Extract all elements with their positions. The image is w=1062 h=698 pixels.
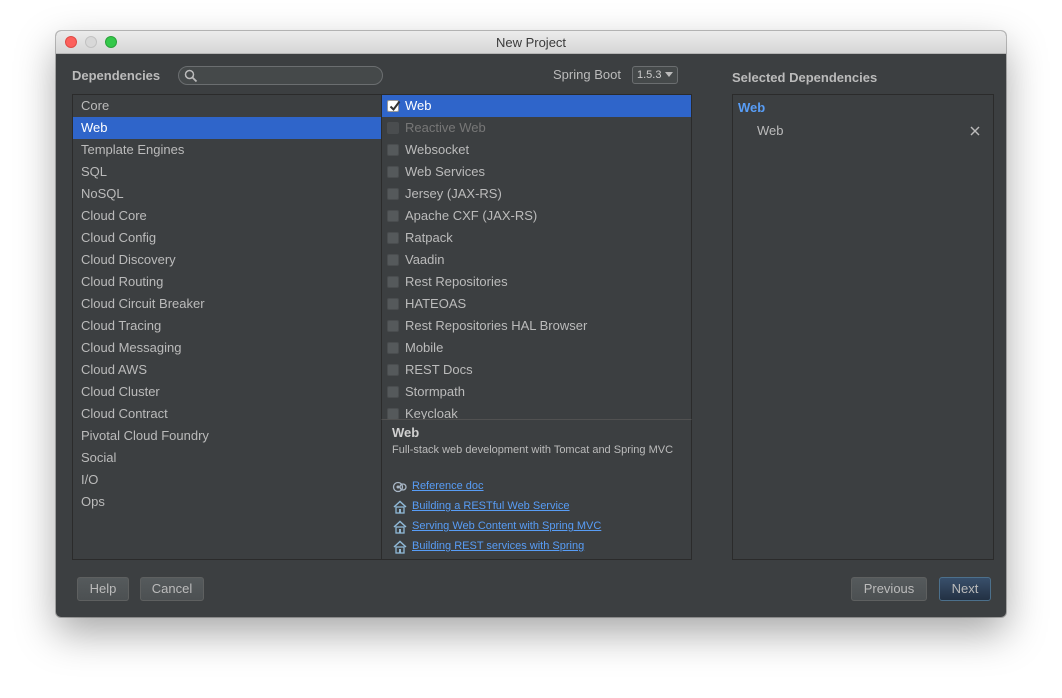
title-bar: New Project [56,31,1006,54]
description-title: Web [392,425,420,440]
category-item[interactable]: Cloud Config [73,227,381,249]
category-item[interactable]: Ops [73,491,381,513]
dependency-label: HATEOAS [405,296,467,311]
category-item[interactable]: Cloud Messaging [73,337,381,359]
dependency-item[interactable]: Web [382,95,691,117]
checkmark-icon [389,100,401,112]
category-item[interactable]: Cloud Circuit Breaker [73,293,381,315]
reference-doc-icon [392,481,407,493]
dependencies-label: Dependencies [72,68,161,83]
selected-dependency-item: Web [757,123,784,138]
dependency-item[interactable]: Websocket [382,139,691,161]
dependency-checkbox[interactable] [387,144,399,156]
dependency-item[interactable]: Apache CXF (JAX-RS) [382,205,691,227]
dependency-checkbox[interactable] [387,298,399,310]
dependency-label: Rest Repositories HAL Browser [405,318,588,333]
window-title: New Project [495,35,567,50]
dependency-checkbox [387,122,399,134]
dependency-item: Reactive Web [382,117,691,139]
dependency-item[interactable]: Keycloak [382,403,691,420]
doc-link-label[interactable]: Building REST services with Spring [412,540,584,552]
category-item[interactable]: Web [73,117,381,139]
dependency-label: Web Services [405,164,485,179]
selected-dependencies-label: Selected Dependencies [732,70,878,85]
guide-icon [393,500,407,514]
dependency-checkbox[interactable] [387,364,399,376]
category-item[interactable]: NoSQL [73,183,381,205]
dependency-label: Mobile [405,340,444,355]
doc-link-label[interactable]: Reference doc [412,480,484,492]
dependency-label: REST Docs [405,362,473,377]
remove-dependency-icon[interactable] [969,125,981,137]
doc-link-label[interactable]: Serving Web Content with Spring MVC [412,520,601,532]
dependency-item[interactable]: Stormpath [382,381,691,403]
dependency-checkbox[interactable] [387,386,399,398]
help-button[interactable]: Help [77,577,129,601]
dependency-checkbox[interactable] [387,188,399,200]
dependency-item[interactable]: Rest Repositories [382,271,691,293]
category-list[interactable]: Core Web Template Engines SQL NoSQL Cloud Cor… [72,94,382,560]
cancel-button[interactable]: Cancel [140,577,204,601]
dependency-item[interactable]: Mobile [382,337,691,359]
category-item[interactable]: Cloud Cluster [73,381,381,403]
dependency-checkbox[interactable] [387,166,399,178]
dependency-item[interactable]: Rest Repositories HAL Browser [382,315,691,337]
dependency-search-input[interactable] [178,66,383,85]
category-item[interactable]: Pivotal Cloud Foundry [73,425,381,447]
dependency-checkbox[interactable] [387,320,399,332]
selected-dependencies-panel: Web Web [732,94,994,560]
dependency-checkbox[interactable] [387,100,401,112]
dependency-item[interactable]: Web Services [382,161,691,183]
dependency-description-panel: Web Full-stack web development with Tomc… [381,419,692,560]
dependency-label: Apache CXF (JAX-RS) [405,208,538,223]
category-item[interactable]: Template Engines [73,139,381,161]
guide-icon [393,540,407,554]
dependency-item[interactable]: Jersey (JAX-RS) [382,183,691,205]
category-item[interactable]: Cloud Routing [73,271,381,293]
spring-boot-label: Spring Boot [553,67,621,82]
dependency-label: Ratpack [405,230,453,245]
doc-link-label[interactable]: Building a RESTful Web Service [412,500,570,512]
dependency-checkbox[interactable] [387,232,399,244]
category-item[interactable]: Cloud Contract [73,403,381,425]
new-project-dialog: New Project Dependencies Spring Boot 1.5… [56,31,1006,617]
next-button[interactable]: Next [939,577,991,601]
dependency-item[interactable]: HATEOAS [382,293,691,315]
dependency-label: Vaadin [405,252,445,267]
spring-boot-version-value: 1.5.3 [637,69,662,81]
category-item[interactable]: Cloud Core [73,205,381,227]
dependency-checkbox[interactable] [387,210,399,222]
category-item[interactable]: Cloud Discovery [73,249,381,271]
category-item[interactable]: SQL [73,161,381,183]
selected-group-title: Web [738,100,766,115]
dependency-label: Jersey (JAX-RS) [405,186,502,201]
dependency-label: Keycloak [405,406,458,420]
category-item[interactable]: Cloud AWS [73,359,381,381]
dependency-checkbox[interactable] [387,276,399,288]
dependency-label: Stormpath [405,384,465,399]
dependency-label: Rest Repositories [405,274,508,289]
description-text: Full-stack web development with Tomcat a… [392,444,674,456]
guide-icon [393,520,407,534]
dependency-label: Reactive Web [405,120,486,135]
dependency-label: Web [405,98,432,113]
dependency-item[interactable]: Vaadin [382,249,691,271]
dependency-checkbox[interactable] [387,254,399,266]
dependency-list[interactable]: Web Reactive Web Websocket Web Services Jers… [381,94,692,420]
spring-boot-version-select[interactable]: 1.5.3 [632,66,678,84]
dependency-checkbox[interactable] [387,342,399,354]
category-item[interactable]: I/O [73,469,381,491]
category-item[interactable]: Social [73,447,381,469]
dependency-item[interactable]: REST Docs [382,359,691,381]
chevron-down-icon [665,72,673,77]
category-item[interactable]: Cloud Tracing [73,315,381,337]
dependency-item[interactable]: Ratpack [382,227,691,249]
dependency-label: Websocket [405,142,470,157]
previous-button[interactable]: Previous [851,577,927,601]
category-item[interactable]: Core [73,95,381,117]
search-icon [184,69,198,83]
